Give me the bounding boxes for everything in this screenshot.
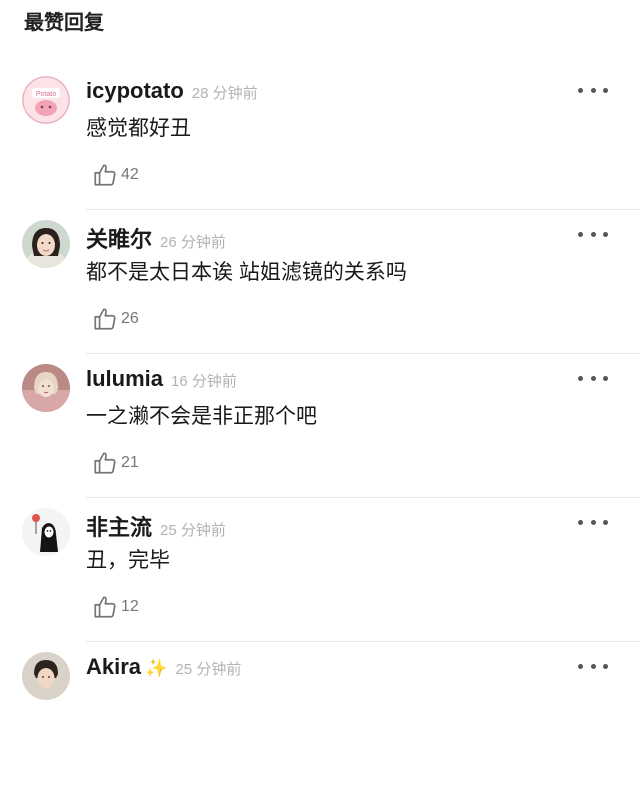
like-count: 26 — [121, 310, 139, 327]
section-title: 最赞回复 — [24, 12, 104, 34]
like-count: 12 — [121, 598, 139, 615]
svg-text:Potato: Potato — [36, 91, 56, 98]
avatar[interactable] — [22, 364, 70, 412]
thumbs-up-icon — [94, 596, 116, 618]
like-button[interactable]: 26 — [92, 306, 139, 332]
username[interactable]: Akira ✨ 25 分钟前 — [86, 654, 241, 680]
username[interactable]: icypotato 28 分钟前 — [86, 78, 258, 104]
username-text[interactable]: icypotato — [86, 78, 184, 103]
like-button[interactable]: 12 — [92, 594, 139, 620]
like-button[interactable]: 21 — [92, 450, 139, 476]
comment-item: Potato icypotato 28 分钟前 感觉都好丑 42 — [0, 66, 640, 210]
comment-text: 感觉都好丑 — [86, 117, 191, 140]
timestamp: 28 分钟前 — [191, 85, 258, 102]
username-text[interactable]: lulumia — [86, 366, 163, 391]
username-text[interactable]: 关睢尔 — [86, 227, 152, 252]
username-text[interactable]: 非主流 — [86, 515, 152, 540]
thumbs-up-icon — [94, 308, 116, 330]
comment-text: 丑，完毕 — [86, 549, 170, 572]
like-count: 21 — [121, 454, 139, 471]
avatar[interactable]: Potato — [22, 76, 70, 124]
like-button[interactable]: 42 — [92, 162, 139, 188]
sparkle-icon: ✨ — [145, 658, 168, 678]
more-dots-icon[interactable] — [578, 372, 608, 384]
avatar[interactable] — [22, 652, 70, 700]
avatar[interactable] — [22, 220, 70, 268]
more-dots-icon[interactable] — [578, 228, 608, 240]
username[interactable]: 关睢尔 26 分钟前 — [86, 222, 226, 254]
thumbs-up-icon — [94, 164, 116, 186]
username[interactable]: 非主流 25 分钟前 — [86, 510, 226, 542]
timestamp: 26 分钟前 — [160, 234, 226, 251]
more-dots-icon[interactable] — [578, 660, 608, 672]
username-text[interactable]: Akira — [86, 654, 141, 679]
comment-item: lulumia 16 分钟前 一之濑不会是非正那个吧 21 — [0, 354, 640, 498]
more-dots-icon[interactable] — [578, 84, 608, 96]
comment-item: 关睢尔 26 分钟前 都不是太日本诶 站姐滤镜的关系吗 26 — [0, 210, 640, 354]
username[interactable]: lulumia 16 分钟前 — [86, 366, 237, 392]
comment-item: 非主流 25 分钟前 丑，完毕 12 — [0, 498, 640, 642]
thumbs-up-icon — [94, 452, 116, 474]
comment-text: 都不是太日本诶 站姐滤镜的关系吗 — [86, 261, 407, 284]
like-count: 42 — [121, 166, 139, 183]
more-dots-icon[interactable] — [578, 516, 608, 528]
avatar[interactable] — [22, 508, 70, 556]
timestamp: 16 分钟前 — [171, 373, 237, 390]
comment-item: Akira ✨ 25 分钟前 — [0, 642, 640, 786]
timestamp: 25 分钟前 — [175, 661, 242, 678]
timestamp: 25 分钟前 — [160, 522, 226, 539]
comment-text: 一之濑不会是非正那个吧 — [86, 405, 317, 428]
